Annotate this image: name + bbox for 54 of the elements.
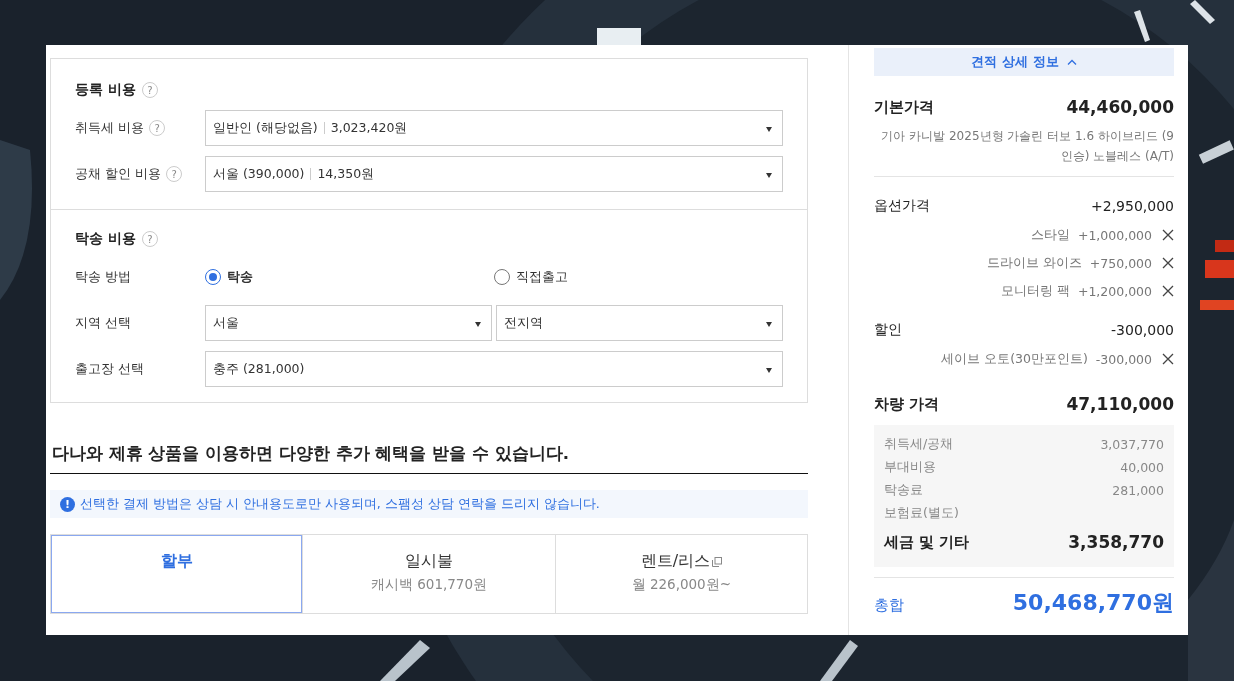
tax-total-value: 3,358,770 <box>1068 532 1164 552</box>
option-price: +1,200,000 <box>1077 283 1152 299</box>
tax-label: 보험료(별도) <box>884 505 959 522</box>
tax-label: 취득세/공채 <box>884 436 954 453</box>
select-field[interactable]: 서울 (390,000) 14,350원 <box>205 156 783 192</box>
option-name: 모니터링 팩 <box>1000 282 1070 300</box>
price-label: 차량 가격 <box>874 394 940 414</box>
price-label: 할인 <box>874 321 902 339</box>
toggle-button[interactable]: 견적 상세 정보 <box>874 48 1174 76</box>
tax-value: 3,037,770 <box>1100 437 1164 452</box>
close-icon[interactable] <box>1162 353 1174 365</box>
select-field[interactable]: 일반인 (해당없음) 3,023,420원 <box>205 110 783 146</box>
info-icon: ! <box>60 496 75 512</box>
price-value: 47,110,000 <box>1066 394 1174 414</box>
price-value: +2,950,000 <box>1091 198 1174 214</box>
option-name: 드라이브 와이즈 <box>986 254 1082 272</box>
discount-price: -300,000 <box>1095 351 1152 367</box>
price-value: -300,000 <box>1111 322 1174 338</box>
option-price: +1,000,000 <box>1077 227 1152 243</box>
radio-label[interactable]: 직접출고 <box>516 268 568 286</box>
tax-value: 40,000 <box>1120 460 1164 475</box>
close-icon[interactable] <box>1162 229 1174 241</box>
option-price: +750,000 <box>1089 255 1152 271</box>
tax-label: 탁송료 <box>884 482 923 499</box>
notice-text: 선택한 결제 방법은 상담 시 안내용도로만 사용되며, 스팸성 상담 연락을 드리지 않습니다. <box>80 495 600 513</box>
select-field[interactable]: 충주 (281,000) <box>205 351 783 387</box>
field-label: 탁송 방법 <box>75 268 132 286</box>
section-title: 등록 비용 <box>75 81 136 99</box>
close-icon[interactable] <box>1162 285 1174 297</box>
payment-tab[interactable]: 일시불 캐시백 601,770원 <box>302 535 555 613</box>
tax-total-label: 세금 및 기타 <box>884 532 970 552</box>
tax-label: 부대비용 <box>884 459 936 476</box>
select-field[interactable]: 전지역 <box>496 305 783 341</box>
price-label: 기본가격 <box>874 97 934 117</box>
total-value: 50,468,770원 <box>1012 590 1174 616</box>
price-value: 44,460,000 <box>1066 97 1174 117</box>
car-description: 기아 카니발 2025년형 가솔린 터보 1.6 하이브리드 (9 인승) 노블레스 (A/T) <box>880 128 1174 165</box>
chevron-icon <box>1066 59 1077 65</box>
option-name: 스타일 <box>1030 226 1070 244</box>
field-label: 취득세 비용 <box>75 119 145 137</box>
payment-tab[interactable]: 할부 <box>51 535 303 613</box>
field-label: 지역 선택 <box>75 314 132 332</box>
payment-tab[interactable]: 렌트/리스 월 226,000원~ <box>554 535 807 613</box>
field-label: 출고장 선택 <box>75 360 145 378</box>
discount-name: 세이브 오토(30만포인트) <box>941 350 1088 368</box>
section-title: 탁송 비용 <box>75 230 136 248</box>
total-label: 총합 <box>874 595 904 616</box>
close-icon[interactable] <box>1162 257 1174 269</box>
price-label: 옵션가격 <box>874 197 930 215</box>
select-field[interactable]: 서울 <box>205 305 492 341</box>
field-label: 공채 할인 비용 <box>75 165 162 183</box>
radio-label[interactable]: 탁송 <box>227 268 253 286</box>
promo-heading: 다나와 제휴 상품을 이용하면 다양한 추가 혜택을 받을 수 있습니다. <box>50 443 808 474</box>
tax-value: 281,000 <box>1112 483 1164 498</box>
